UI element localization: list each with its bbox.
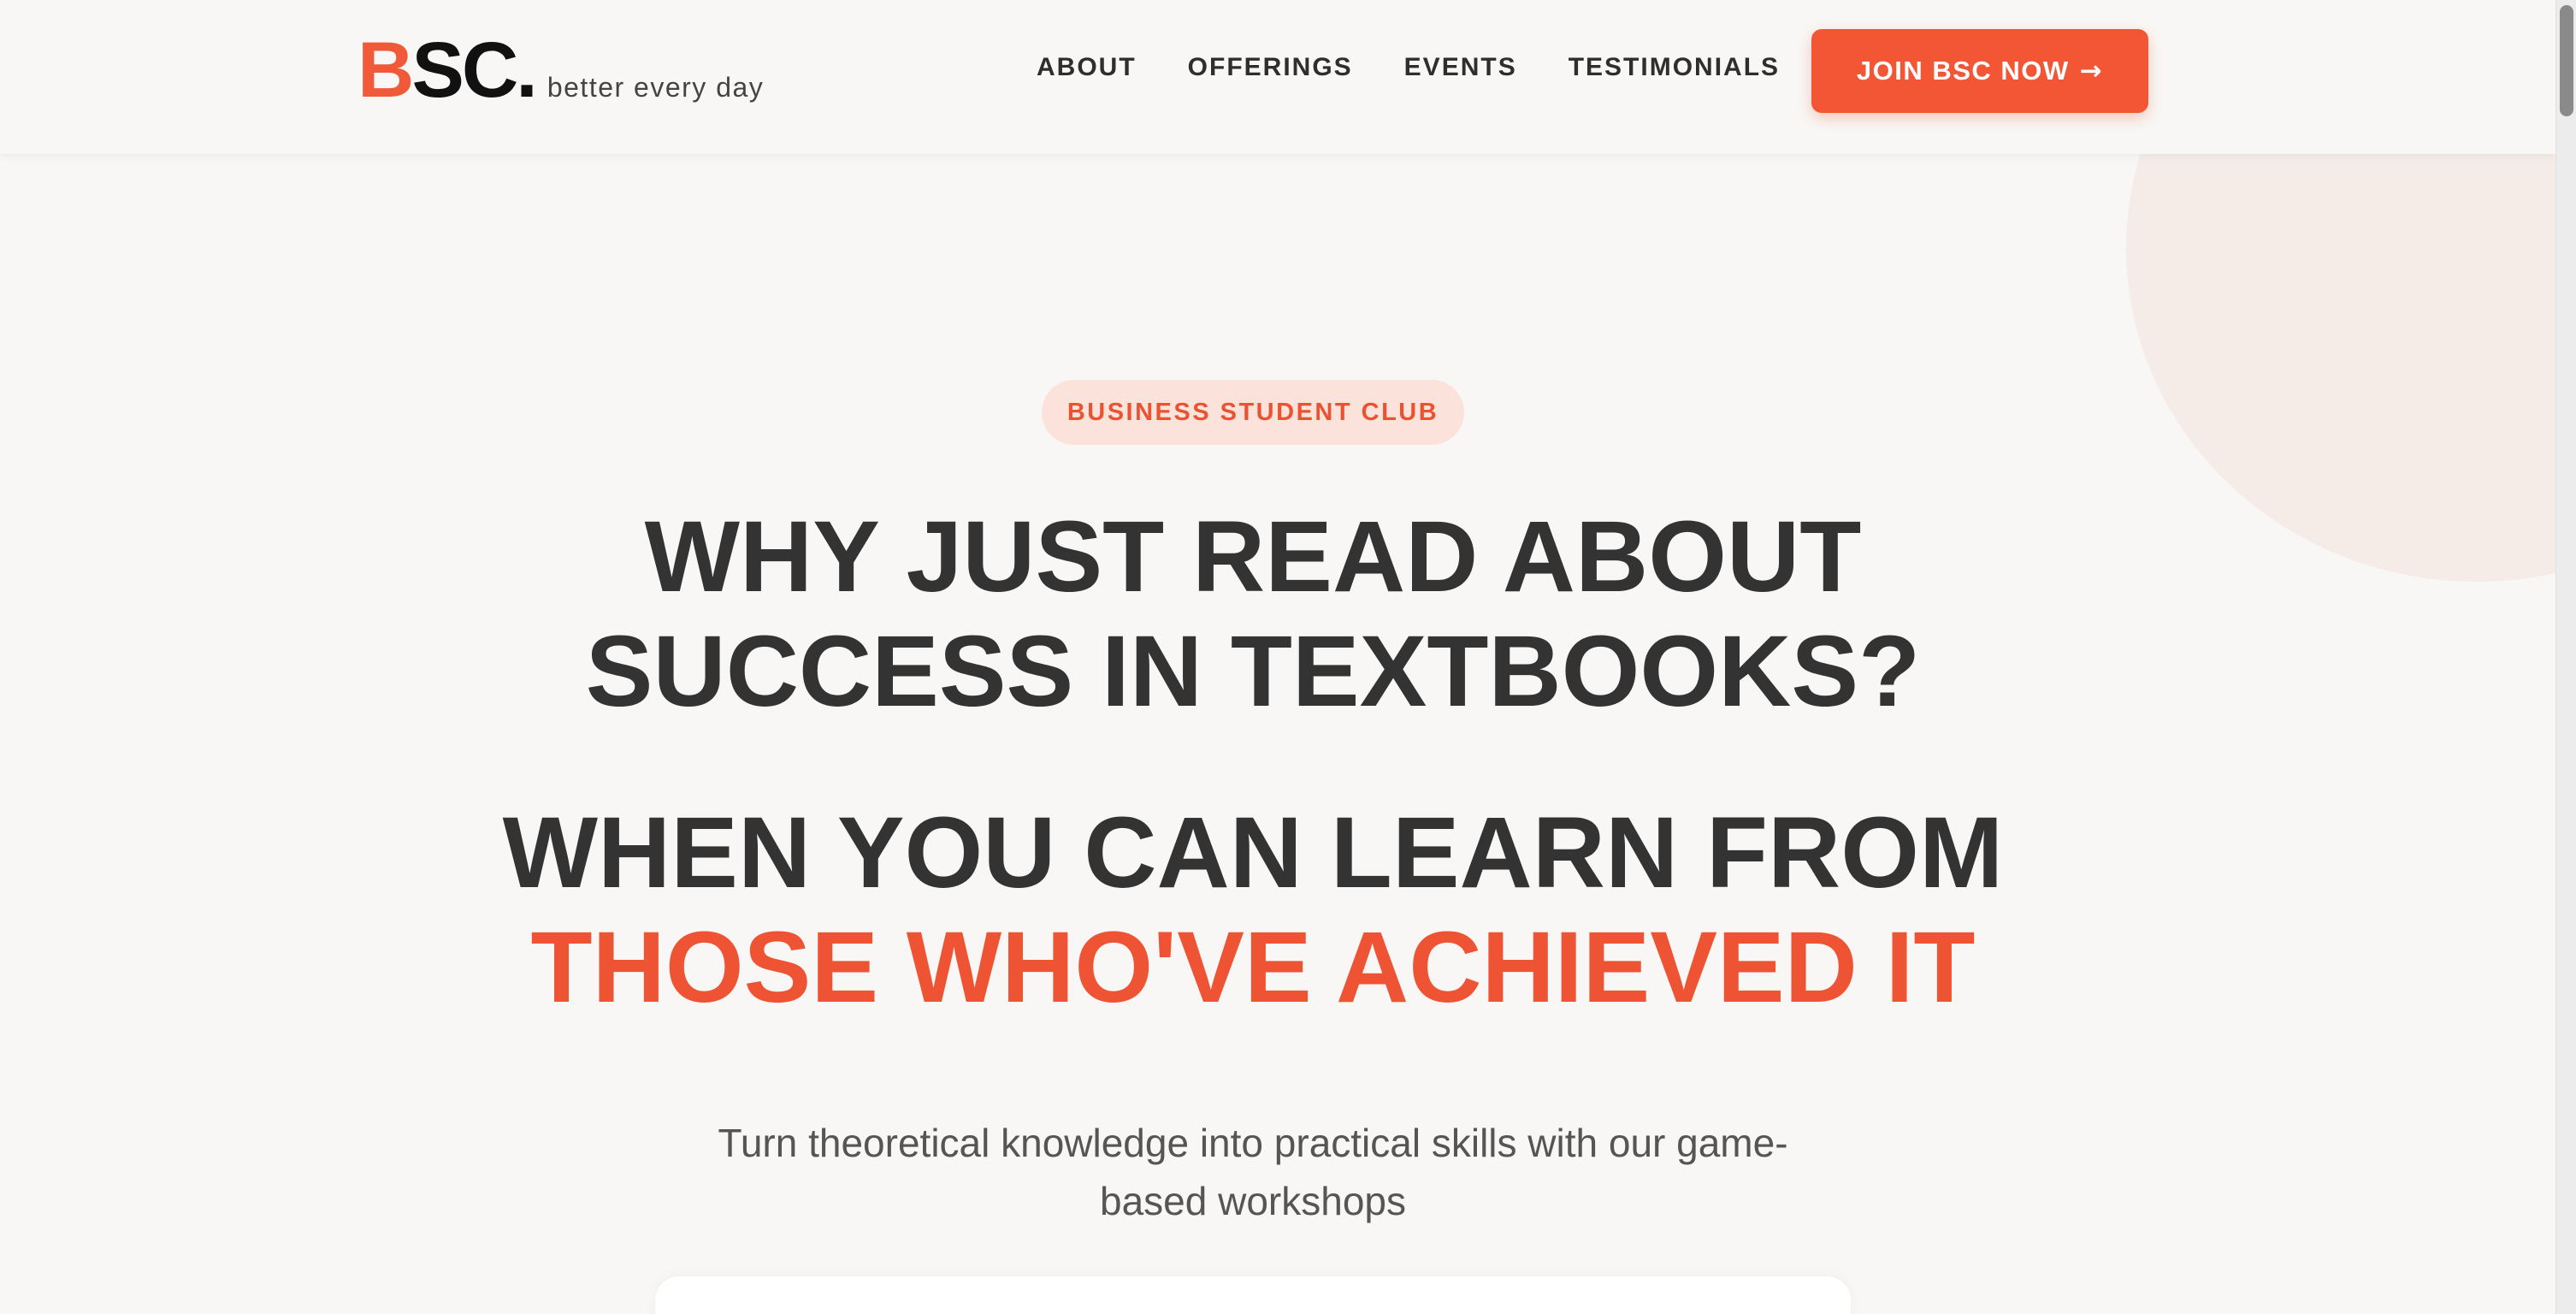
scrollbar-thumb[interactable] [2560, 5, 2573, 116]
logo-letters-sc: SC. [411, 27, 537, 114]
logo-tagline: better every day [547, 72, 765, 103]
logo-mark: BSC. [357, 31, 538, 110]
hero-badge: BUSINESS STUDENT CLUB [1042, 380, 1464, 445]
main-nav: ABOUT OFFERINGS EVENTS TESTIMONIALS [1037, 53, 1831, 82]
hero-subheadline-line-1: WHEN YOU CAN LEARN FROM [502, 796, 2004, 909]
content-card [655, 1276, 1851, 1314]
hero-headline-line-2: SUCCESS IN TEXTBOOKS? [585, 615, 1921, 728]
hero-description-line-2: based workshops [1100, 1179, 1406, 1223]
hero-subheadline-line-2-accent: THOSE WHO'VE ACHIEVED IT [530, 911, 1976, 1024]
page: BSC. better every day ABOUT OFFERINGS EV… [0, 0, 2576, 1314]
hero-headline-line-1: WHY JUST READ ABOUT [644, 500, 1862, 613]
vertical-scrollbar[interactable] [2555, 0, 2576, 1314]
logo-letter-b: B [357, 27, 414, 114]
logo[interactable]: BSC. better every day [357, 31, 764, 110]
arrow-right-icon: → [2079, 56, 2104, 86]
join-button-label: JOIN BSC NOW [1856, 56, 2070, 86]
site-header: BSC. better every day ABOUT OFFERINGS EV… [0, 0, 2555, 154]
nav-item-events[interactable]: EVENTS [1404, 53, 1517, 82]
nav-item-testimonials[interactable]: TESTIMONIALS [1569, 53, 1780, 82]
nav-item-offerings[interactable]: OFFERINGS [1188, 53, 1353, 82]
hero-description-line-1: Turn theoretical knowledge into practica… [718, 1121, 1788, 1165]
join-bsc-button[interactable]: JOIN BSC NOW → [1811, 29, 2148, 113]
nav-item-about[interactable]: ABOUT [1037, 53, 1137, 82]
